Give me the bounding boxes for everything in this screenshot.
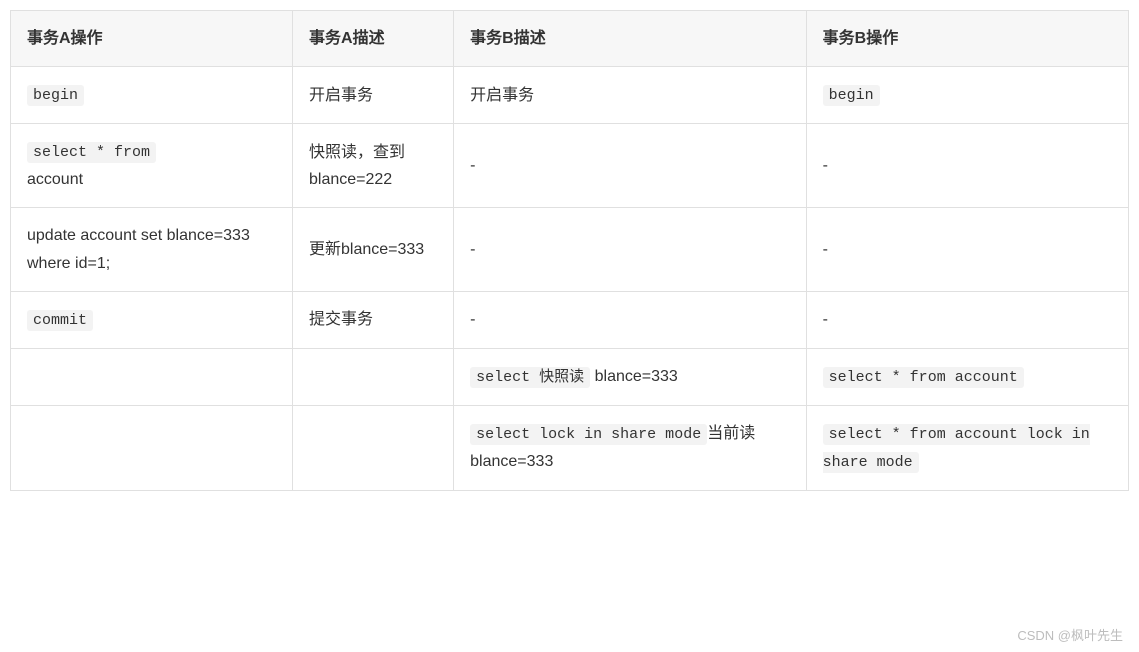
transaction-table: 事务A操作 事务A描述 事务B描述 事务B操作 begin 开启事务 开启事务 … — [10, 10, 1129, 491]
cell-a-op: update account set blance=333 where id=1… — [11, 208, 293, 291]
cell-a-desc — [293, 348, 454, 405]
code-snippet: select * from — [27, 142, 156, 163]
code-snippet: select * from account lock in share mode — [823, 424, 1090, 473]
cell-b-desc: - — [454, 208, 807, 291]
cell-a-op — [11, 348, 293, 405]
cell-b-op: - — [806, 208, 1128, 291]
code-snippet: select * from account — [823, 367, 1024, 388]
cell-b-desc: - — [454, 291, 807, 348]
cell-a-desc: 开启事务 — [293, 67, 454, 124]
desc-text: 当前读 — [707, 425, 755, 442]
watermark: CSDN @枫叶先生 — [1017, 625, 1123, 644]
cell-b-desc: 开启事务 — [454, 67, 807, 124]
header-b-op: 事务B操作 — [806, 11, 1128, 67]
code-snippet: select 快照读 — [470, 367, 590, 388]
cell-b-op: - — [806, 124, 1128, 208]
cell-b-desc: select lock in share mode当前读 blance=333 — [454, 405, 807, 490]
cell-a-desc — [293, 405, 454, 490]
cell-a-op: select * from account — [11, 124, 293, 208]
cell-b-op: select * from account lock in share mode — [806, 405, 1128, 490]
table-row: select * fromaccount 快照读，查到blance=222 - … — [11, 124, 1129, 208]
cell-b-op: select * from account — [806, 348, 1128, 405]
cell-a-op: begin — [11, 67, 293, 124]
table-row: update account set blance=333 where id=1… — [11, 208, 1129, 291]
cell-a-op: commit — [11, 291, 293, 348]
cell-a-op — [11, 405, 293, 490]
cell-a-desc: 快照读，查到blance=222 — [293, 124, 454, 208]
table-header-row: 事务A操作 事务A描述 事务B描述 事务B操作 — [11, 11, 1129, 67]
table-row: select lock in share mode当前读 blance=333 … — [11, 405, 1129, 490]
desc-text: blance=333 — [470, 453, 553, 470]
code-snippet: begin — [27, 85, 84, 106]
table-row: commit 提交事务 - - — [11, 291, 1129, 348]
desc-text: blance=333 — [590, 368, 678, 385]
table-row: select 快照读 blance=333 select * from acco… — [11, 348, 1129, 405]
code-snippet: select lock in share mode — [470, 424, 707, 445]
cell-a-desc: 提交事务 — [293, 291, 454, 348]
cell-b-op: - — [806, 291, 1128, 348]
code-snippet: begin — [823, 85, 880, 106]
code-text: account — [27, 171, 83, 188]
cell-b-desc: select 快照读 blance=333 — [454, 348, 807, 405]
header-a-op: 事务A操作 — [11, 11, 293, 67]
header-a-desc: 事务A描述 — [293, 11, 454, 67]
header-b-desc: 事务B描述 — [454, 11, 807, 67]
cell-b-desc: - — [454, 124, 807, 208]
code-snippet: commit — [27, 310, 93, 331]
table-row: begin 开启事务 开启事务 begin — [11, 67, 1129, 124]
cell-a-desc: 更新blance=333 — [293, 208, 454, 291]
cell-b-op: begin — [806, 67, 1128, 124]
